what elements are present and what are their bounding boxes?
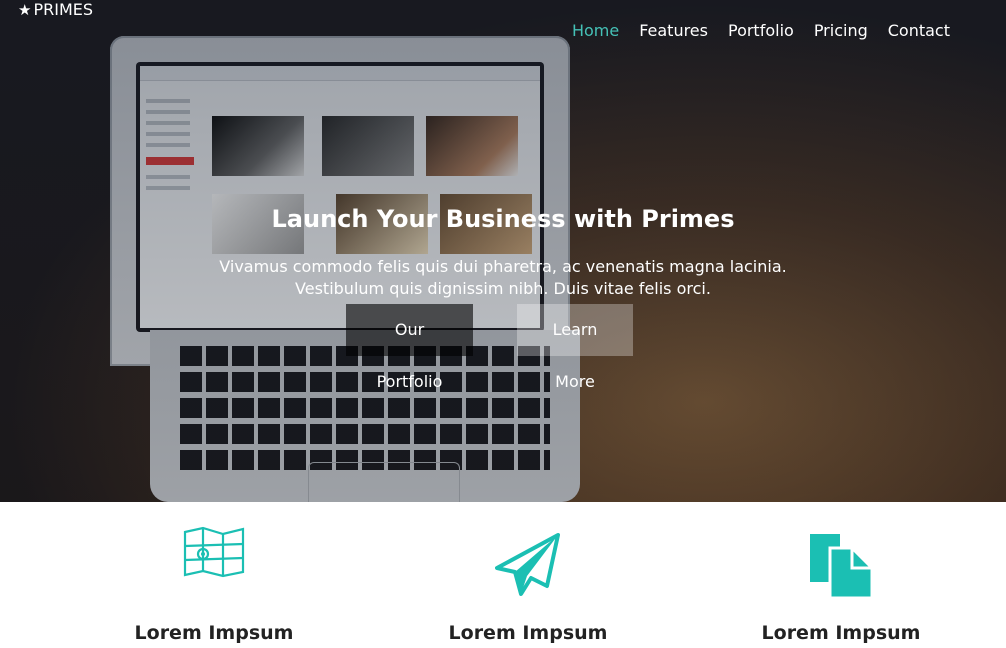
star-icon: ★ [18, 1, 32, 19]
feature-card: Lorem Impsum [428, 532, 628, 644]
nav-item-features[interactable]: Features [639, 20, 708, 42]
our-portfolio-button[interactable]: Our Portfolio [346, 304, 473, 391]
hero-section: ★ PRIMES Home Features Portfolio Pricing… [0, 0, 1006, 502]
paper-plane-icon [495, 533, 560, 596]
documents-icon [810, 534, 874, 598]
feature-title: Lorem Impsum [134, 622, 294, 644]
hero-subtitle-line-2: Vestibulum quis dignissim nibh. Duis vit… [295, 279, 711, 298]
nav-item-contact[interactable]: Contact [888, 20, 950, 42]
hero-title: Launch Your Business with Primes [271, 205, 735, 233]
feature-card: Lorem Impsum [114, 526, 314, 644]
main-nav: Home Features Portfolio Pricing Contact [572, 20, 950, 42]
nav-item-portfolio[interactable]: Portfolio [728, 20, 794, 42]
brand-logo[interactable]: ★ PRIMES [18, 0, 93, 20]
nav-item-home[interactable]: Home [572, 20, 619, 42]
hero-subtitle: Vivamus commodo felis quis dui pharetra,… [203, 256, 803, 300]
nav-item-pricing[interactable]: Pricing [814, 20, 868, 42]
feature-title: Lorem Impsum [448, 622, 608, 644]
feature-title: Lorem Impsum [761, 622, 921, 644]
feature-card: Lorem Impsum [741, 532, 941, 644]
map-icon [183, 526, 245, 578]
features-section: Lorem Impsum Lorem Impsum Lorem Impsum [0, 502, 1006, 648]
learn-more-button[interactable]: Learn More [517, 304, 633, 391]
hero-subtitle-line-1: Vivamus commodo felis quis dui pharetra,… [219, 257, 787, 276]
brand-name: PRIMES [33, 0, 94, 19]
